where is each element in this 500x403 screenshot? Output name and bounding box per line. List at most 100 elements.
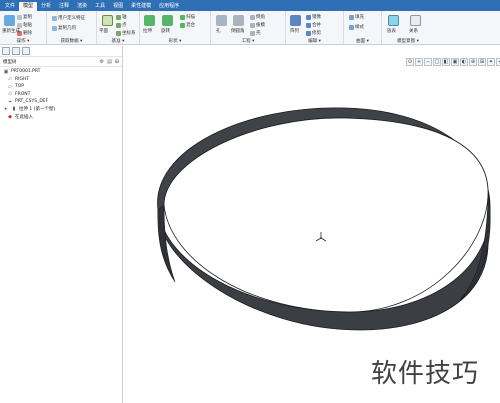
datum-display-icon[interactable]: ✦: [487, 58, 495, 66]
tab-model[interactable]: 模型: [19, 2, 38, 11]
paste-icon: [17, 22, 22, 28]
regenerate-button[interactable]: 重新生成: [2, 28, 20, 34]
model-tree-tab-icon[interactable]: [2, 47, 10, 55]
csys-button[interactable]: 坐标系: [116, 30, 136, 36]
revolve-button[interactable]: 旋转: [161, 28, 170, 34]
plane-icon: ▱: [8, 91, 12, 98]
family-table-button[interactable]: 族表: [387, 28, 396, 34]
tab-analysis[interactable]: 分析: [37, 2, 55, 11]
tree-node-insert-here[interactable]: ◆ 在此插入: [0, 113, 122, 121]
repaint-icon[interactable]: □: [433, 58, 441, 66]
revolve-icon[interactable]: [162, 15, 173, 26]
tree-node-right[interactable]: ▱ RIGHT: [0, 76, 122, 84]
plane-button[interactable]: 平面: [99, 28, 108, 34]
chamfer-button[interactable]: 倒角: [250, 14, 265, 20]
tree-filter-icon[interactable]: ▤: [107, 59, 112, 65]
watermark: 软件技巧: [350, 340, 500, 403]
blend-icon: [180, 22, 185, 28]
style-icon: [349, 24, 354, 30]
copy-icon: [17, 14, 22, 20]
expand-icon[interactable]: ▸: [3, 106, 9, 112]
merge-icon: [306, 22, 311, 28]
relations-icon[interactable]: [410, 15, 421, 26]
point-button[interactable]: 点: [116, 22, 127, 28]
udf-button[interactable]: 用户定义特征: [52, 15, 85, 21]
zoom-in-icon[interactable]: +: [415, 58, 423, 66]
plane-icon[interactable]: [102, 15, 113, 26]
model-tree: ▣ PRT0001.PRT ▱ RIGHT ▱ TOP ▱ FRONT ⌖ PRT_CSY…: [0, 67, 122, 121]
model-tree-controls: ⚙ ▤ ⊞: [100, 59, 119, 65]
view-manager-icon[interactable]: ◐: [460, 58, 468, 66]
sweep-button[interactable]: 扫描: [180, 14, 195, 20]
group-model-intent-label: 模型意图 ▾: [397, 39, 419, 44]
tree-node-csys[interactable]: ⌖ PRT_CSYS_DEF: [0, 98, 122, 106]
style-button[interactable]: 样式: [349, 24, 364, 30]
pattern-button[interactable]: 阵列: [290, 28, 299, 34]
model-tree-title: 模型树: [3, 59, 17, 65]
group-datum-label: 基准 ▾: [111, 39, 125, 44]
group-surfaces: 填充 样式 曲面 ▾: [344, 11, 382, 45]
point-icon: [116, 22, 121, 28]
fill-icon: [349, 14, 354, 20]
tree-node-front[interactable]: ▱ FRONT: [0, 91, 122, 99]
group-shapes-label: 形状 ▾: [168, 39, 182, 44]
shell-icon: [250, 30, 255, 36]
mirror-icon: [306, 14, 311, 20]
round-button[interactable]: 倒圆角: [231, 28, 245, 34]
zoom-out-icon[interactable]: −: [424, 58, 432, 66]
round-icon[interactable]: [233, 15, 244, 26]
tab-flexible-modeling[interactable]: 柔性建模: [127, 2, 155, 11]
draft-icon: [250, 22, 255, 28]
app-window: 文件 模型 分析 注释 渲染 工具 视图 柔性建模 应用程序 复制 粘贴 删除 …: [0, 0, 500, 403]
insert-here-icon: ◆: [8, 113, 12, 120]
perspective-icon[interactable]: ⊕: [469, 58, 477, 66]
mirror-button[interactable]: 镜像: [306, 14, 321, 20]
model-tree-header: 模型树 ⚙ ▤ ⊞: [0, 57, 122, 67]
hole-button[interactable]: 孔: [216, 28, 221, 34]
section-icon[interactable]: ⊞: [478, 58, 486, 66]
tree-node-top[interactable]: ▱ TOP: [0, 83, 122, 91]
tab-view[interactable]: 视图: [109, 2, 127, 11]
shell-button[interactable]: 壳: [250, 30, 261, 36]
merge-button[interactable]: 合并: [306, 22, 321, 28]
draft-button[interactable]: 拔模: [250, 22, 265, 28]
relations-button[interactable]: 关系: [409, 28, 418, 34]
tab-applications[interactable]: 应用程序: [155, 2, 183, 11]
fill-button[interactable]: 填充: [349, 14, 364, 20]
tree-columns-icon[interactable]: ⊞: [115, 59, 119, 65]
tab-render[interactable]: 渲染: [73, 2, 91, 11]
graphics-toolbar: ⊙ + − □ ◧ ▣ ◐ ⊕ ⊞ ✦ ⌖ ⊡: [406, 58, 500, 68]
extrude-button[interactable]: 拉伸: [143, 28, 152, 34]
tree-settings-icon[interactable]: ⚙: [100, 59, 104, 65]
axis-icon: [116, 14, 121, 20]
trim-button[interactable]: 修剪: [306, 30, 321, 36]
tab-file[interactable]: 文件: [1, 2, 19, 11]
regenerate-icon[interactable]: [4, 15, 15, 26]
display-style-icon[interactable]: ◧: [442, 58, 450, 66]
annotation-display-icon[interactable]: ⌖: [496, 58, 500, 66]
tree-node-part[interactable]: ▣ PRT0001.PRT: [0, 68, 122, 76]
folder-browser-tab-icon[interactable]: [12, 47, 20, 55]
panel-toolbar: [0, 46, 122, 57]
tree-node-extrude[interactable]: ▸ ▮ 拉伸 1 (第一个壁): [0, 106, 122, 114]
copy-button[interactable]: 复制: [17, 14, 32, 20]
blend-button[interactable]: 混合: [180, 22, 195, 28]
family-table-icon[interactable]: [388, 15, 399, 26]
pattern-icon[interactable]: [290, 15, 301, 26]
tab-annotate[interactable]: 注释: [55, 2, 73, 11]
tab-tools[interactable]: 工具: [91, 2, 109, 11]
saved-views-icon[interactable]: ▣: [451, 58, 459, 66]
favorites-tab-icon[interactable]: [22, 47, 30, 55]
extrude-icon[interactable]: [144, 15, 155, 26]
sweep-icon: [180, 14, 185, 20]
group-surfaces-label: 曲面 ▾: [356, 39, 369, 44]
csys-icon: ⌖: [8, 98, 12, 105]
ring-model: [157, 107, 491, 331]
hole-icon[interactable]: [216, 15, 227, 26]
group-model-intent: 族表 关系 模型意图 ▾: [382, 11, 434, 45]
axis-button[interactable]: 轴: [116, 14, 127, 20]
refit-icon[interactable]: ⊙: [406, 58, 414, 66]
model-tree-panel: 模型树 ⚙ ▤ ⊞ ▣ PRT0001.PRT ▱ RIGHT ▱ TOP ▱ FRON…: [0, 46, 123, 403]
copy-geometry-button[interactable]: 复制几何: [52, 25, 76, 31]
group-datum: 平面 轴 点 坐标系 基准 ▾: [97, 11, 140, 45]
